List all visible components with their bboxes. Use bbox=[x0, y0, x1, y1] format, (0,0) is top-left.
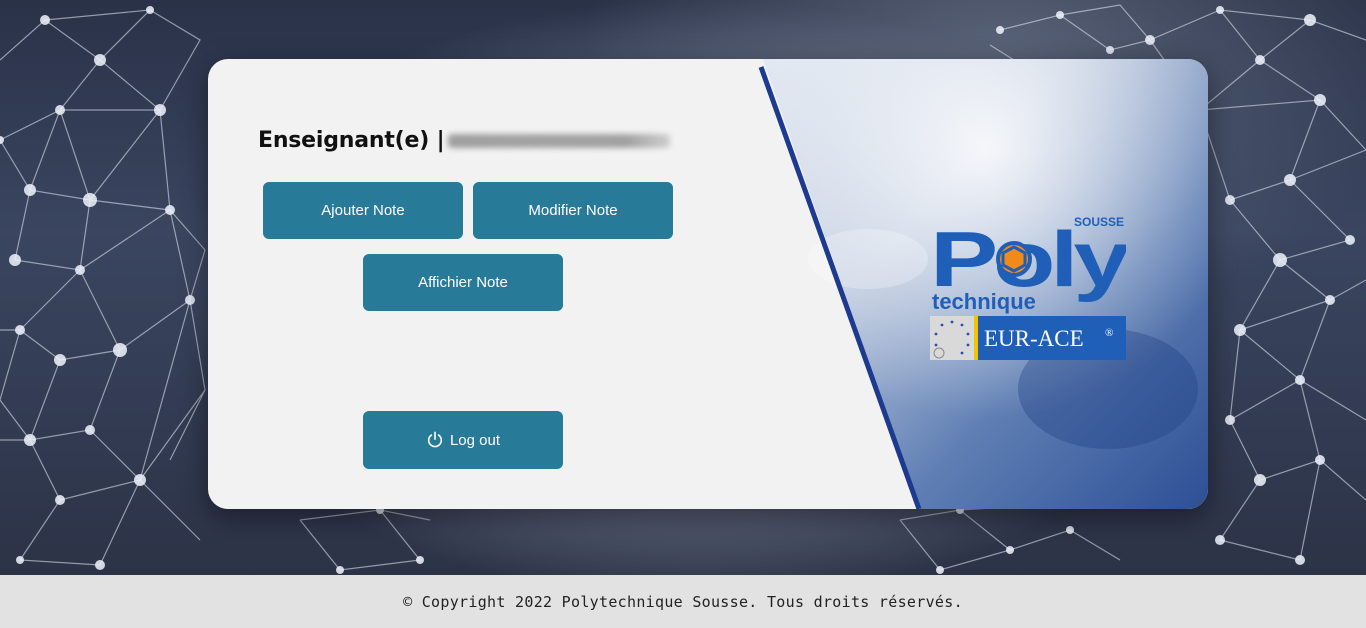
power-icon bbox=[427, 431, 443, 448]
logout-label: Log out bbox=[449, 431, 501, 449]
eurace-text: EUR-ACE bbox=[984, 326, 1084, 351]
redacted-teacher-name bbox=[448, 134, 671, 148]
role-label: Enseignant(e) | bbox=[258, 128, 445, 153]
edit-grade-label: Modifier Note bbox=[528, 202, 618, 219]
add-grade-button[interactable]: Ajouter Note bbox=[263, 182, 463, 239]
edit-grade-button[interactable]: Modifier Note bbox=[473, 182, 673, 239]
show-grade-label: Affichier Note bbox=[418, 274, 508, 291]
polytechnique-logo: SOUSSE Poly technique EUR-ACE ® bbox=[930, 215, 1126, 360]
logo-technique-text: technique bbox=[932, 289, 1036, 314]
add-grade-label: Ajouter Note bbox=[321, 202, 405, 219]
footer: © Copyright 2022 Polytechnique Sousse. T… bbox=[0, 575, 1366, 628]
copyright-text: © Copyright 2022 Polytechnique Sousse. T… bbox=[403, 592, 963, 611]
registered-mark: ® bbox=[1105, 327, 1113, 339]
login-card: SOUSSE Poly technique EUR-ACE ® Enseigna… bbox=[208, 59, 1208, 509]
logout-button[interactable]: Log out bbox=[363, 411, 563, 469]
show-grade-button[interactable]: Affichier Note bbox=[363, 254, 563, 311]
teacher-heading: Enseignant(e) | bbox=[258, 128, 671, 153]
